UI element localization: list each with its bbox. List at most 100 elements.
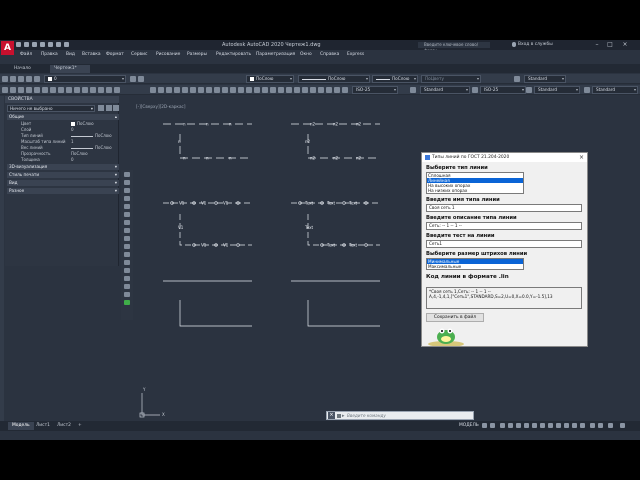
- section-plotstyle[interactable]: Стиль печати ▾: [7, 172, 119, 178]
- isodraft-icon[interactable]: [516, 423, 521, 428]
- customize-menu-icon[interactable]: [620, 423, 625, 428]
- menu-modify[interactable]: Редактировать: [216, 52, 251, 57]
- dim-continue-icon[interactable]: [198, 87, 204, 93]
- code-textarea[interactable]: *Своя сеть 1,Сеть: -- 1 -- 1 -- A,4,-1,4…: [426, 287, 582, 309]
- prop-row[interactable]: Прозрачность ПоСлою: [7, 151, 119, 157]
- fillet-icon[interactable]: [294, 87, 300, 93]
- tolerance-icon[interactable]: [206, 87, 212, 93]
- ellipse-icon[interactable]: [66, 87, 72, 93]
- dim-diameter-icon[interactable]: [174, 87, 180, 93]
- model-space-label[interactable]: МОДЕЛЬ: [459, 423, 479, 428]
- layer-previous-icon[interactable]: [138, 76, 144, 82]
- dim-radius-icon[interactable]: [166, 87, 172, 93]
- save-to-file-button[interactable]: Сохранить в файл: [426, 313, 484, 322]
- snap-icon[interactable]: [490, 423, 495, 428]
- copy-icon[interactable]: [124, 180, 130, 185]
- tab-drawing1[interactable]: Чертеж1*: [50, 65, 90, 73]
- clean-screen-icon[interactable]: [608, 423, 613, 428]
- section-3d-viz[interactable]: 3D-визуализация ▾: [7, 164, 119, 170]
- construction-line-icon[interactable]: [10, 87, 16, 93]
- chamfer-icon[interactable]: [124, 276, 130, 281]
- prop-row[interactable]: Масштаб типа линий 1: [7, 139, 119, 145]
- rectangle-icon[interactable]: [34, 87, 40, 93]
- visual-style-combo[interactable]: Standard ▾: [524, 75, 566, 83]
- minimize-icon[interactable]: –: [592, 41, 602, 49]
- size-listbox[interactable]: Минимальные Максимальные: [426, 258, 524, 270]
- menu-file[interactable]: Файл: [20, 52, 32, 57]
- explode-icon[interactable]: [334, 87, 340, 93]
- rotate-icon[interactable]: [254, 87, 260, 93]
- tab-layout2[interactable]: Лист2: [53, 422, 75, 430]
- selection-cycling-icon[interactable]: [556, 423, 561, 428]
- table-icon[interactable]: [106, 87, 112, 93]
- menu-help[interactable]: Справка: [320, 52, 339, 57]
- maximize-icon[interactable]: □: [605, 41, 615, 49]
- isolate-icon[interactable]: [590, 423, 595, 428]
- close-icon[interactable]: ×: [328, 412, 335, 419]
- erase-icon[interactable]: [124, 172, 130, 177]
- polar-icon[interactable]: [508, 423, 513, 428]
- textstyle-combo[interactable]: Standard ▾: [420, 86, 470, 94]
- customize-icon[interactable]: [337, 414, 341, 418]
- arc-icon[interactable]: [42, 87, 48, 93]
- break-icon[interactable]: [124, 260, 130, 265]
- dim-angular-icon[interactable]: [182, 87, 188, 93]
- dim-edit-icon[interactable]: [222, 87, 228, 93]
- plus-icon[interactable]: [580, 423, 585, 428]
- pickadd-icon[interactable]: [113, 105, 119, 111]
- select-objects-icon[interactable]: [106, 105, 112, 111]
- hatch-icon[interactable]: [82, 87, 88, 93]
- redo-icon[interactable]: [64, 42, 69, 47]
- tablestyle-icon[interactable]: [526, 87, 532, 93]
- dim-style-manager-icon[interactable]: [342, 87, 348, 93]
- ortho-icon[interactable]: [500, 423, 505, 428]
- autocad-logo[interactable]: A: [1, 41, 14, 55]
- copy-icon[interactable]: [278, 87, 284, 93]
- menu-insert[interactable]: Вставка: [82, 52, 101, 57]
- prop-row[interactable]: Вес линий ПоСлою: [7, 145, 119, 151]
- region-icon[interactable]: [98, 87, 104, 93]
- new-icon[interactable]: [16, 42, 21, 47]
- stretch-icon[interactable]: [124, 236, 130, 241]
- search-input[interactable]: Введите ключевое слово/фразу: [418, 42, 490, 53]
- text-style-manager-icon[interactable]: [410, 87, 416, 93]
- dimstyle-combo[interactable]: ISO-25 ▾: [352, 86, 398, 94]
- dim-style-icon[interactable]: [238, 87, 244, 93]
- spline-icon[interactable]: [58, 87, 64, 93]
- offset-icon[interactable]: [326, 87, 332, 93]
- scale-icon[interactable]: [124, 228, 130, 233]
- offset-icon[interactable]: [124, 196, 130, 201]
- mirror-icon[interactable]: [124, 188, 130, 193]
- menu-format[interactable]: Формат: [106, 52, 124, 57]
- bulb-icon[interactable]: [18, 76, 24, 82]
- polyline-icon[interactable]: [18, 87, 24, 93]
- linetype-combo[interactable]: ПоСлою ▾: [298, 75, 370, 83]
- tablestyle-combo[interactable]: Standard ▾: [534, 86, 580, 94]
- explode-icon[interactable]: [124, 292, 130, 297]
- section-misc[interactable]: Разное ▾: [7, 188, 119, 194]
- rotate-icon[interactable]: [124, 220, 130, 225]
- dim-aligned-icon[interactable]: [158, 87, 164, 93]
- lineweight-combo[interactable]: ПоСлою ▾: [372, 75, 418, 83]
- name-input[interactable]: Своя сеть 1: [426, 204, 582, 212]
- section-view[interactable]: Вид ▾: [7, 180, 119, 186]
- array-icon[interactable]: [124, 204, 130, 209]
- annotation-scale-icon[interactable]: [564, 423, 569, 428]
- array-icon[interactable]: [318, 87, 324, 93]
- circle-icon[interactable]: [50, 87, 56, 93]
- transparency-icon[interactable]: [548, 423, 553, 428]
- trim-icon[interactable]: [262, 87, 268, 93]
- dimstyle2-icon[interactable]: [472, 87, 478, 93]
- sun-icon[interactable]: [26, 76, 32, 82]
- layer-state-icon[interactable]: [10, 76, 16, 82]
- tab-model[interactable]: Модель: [8, 422, 34, 430]
- viewport-controls[interactable]: [-][Сверху][2D-каркас]: [136, 104, 185, 109]
- mleaderstyle-icon[interactable]: [584, 87, 590, 93]
- menu-parametric[interactable]: Параметризация: [256, 52, 295, 57]
- osnap-icon[interactable]: [524, 423, 529, 428]
- otrack-icon[interactable]: [532, 423, 537, 428]
- insert-block-icon[interactable]: [74, 87, 80, 93]
- gradient-icon[interactable]: [90, 87, 96, 93]
- menu-tools[interactable]: Сервис: [131, 52, 147, 57]
- extend-icon[interactable]: [124, 252, 130, 257]
